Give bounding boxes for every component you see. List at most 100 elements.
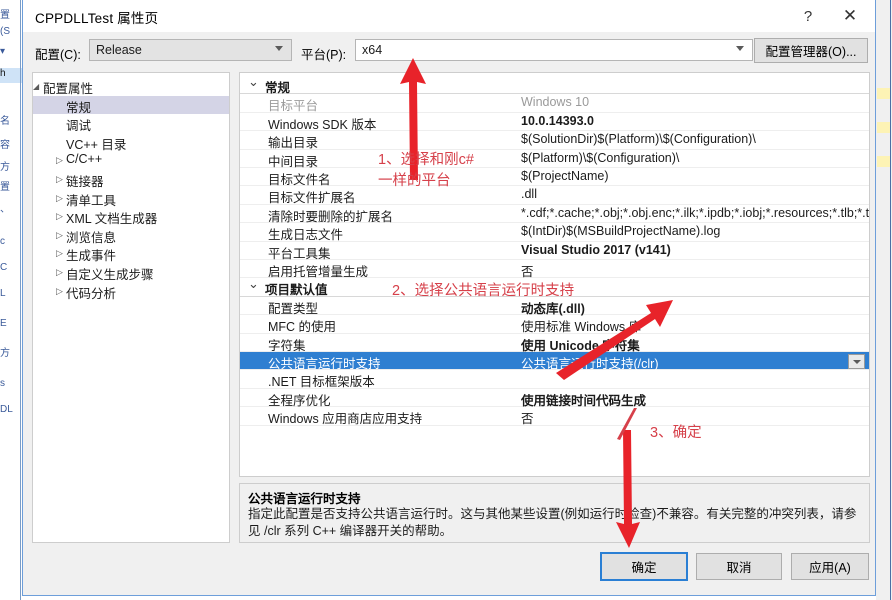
ide-decoration [877,122,890,133]
annotation-text: 3、确定 [650,425,702,441]
tree-item[interactable]: ▷ XML 文档生成器 [33,207,229,227]
expand-closed-icon[interactable]: ▷ [56,267,64,277]
expand-open-icon[interactable]: ◢ [33,82,41,92]
grid-row-name: 常规 [265,81,291,95]
tree-item[interactable]: ▷ 生成事件 [33,244,229,264]
tree-item[interactable]: 常规 [33,95,229,115]
ide-text-fragment: DL [0,404,13,415]
grid-row-value: $(SolutionDir)$(Platform)\$(Configuratio… [521,132,756,147]
grid-row-value: $(Platform)\$(Configuration)\ [521,150,680,165]
grid-row[interactable]: 公共语言运行时支持 公共语言运行时支持(/clr) [240,352,869,371]
grid-row-name: .NET 目标框架版本 [268,375,375,390]
tree-item[interactable]: VC++ 目录 [33,133,229,152]
value-dropdown-button[interactable] [848,354,865,369]
title-bar: CPPDLLTest 属性页 ? ✕ [23,0,875,32]
grid-row-name: 平台工具集 [268,246,331,261]
grid-row-name: 配置类型 [268,301,319,316]
help-icon[interactable]: ? [789,0,827,32]
grid-row[interactable]: Windows SDK 版本 10.0.14393.0 [240,113,869,132]
grid-row[interactable]: 启用托管增量生成 否 [240,260,869,279]
chevron-down-icon[interactable]: ⌄ [248,75,259,88]
description-title: 公共语言运行时支持 [248,492,361,506]
grid-row[interactable]: 输出目录 $(SolutionDir)$(Platform)\$(Configur… [240,131,869,151]
ide-text-fragment: 、 [0,204,10,215]
ok-button[interactable]: 确定 [600,552,688,581]
ide-text-fragment: 方 [0,162,10,173]
cancel-button[interactable]: 取消 [696,553,782,580]
grid-row-value: *.cdf;*.cache;*.obj;*.obj.enc;*.ilk;*.ip… [521,205,869,220]
grid-row[interactable]: 清除时要删除的扩展名 *.cdf;*.cache;*.obj;*.obj.enc;… [240,205,869,224]
ide-right-edge [890,0,891,600]
tree-item[interactable]: ▷ C/C++ [33,151,229,169]
ide-text-fragment: 置 [0,182,10,193]
grid-row[interactable]: MFC 的使用 使用标准 Windows 库 [240,315,869,334]
grid-row-name: 项目默认值 [265,283,328,298]
tree-item[interactable]: ▷ 清单工具 [33,189,229,208]
tree-item-label: 清单工具 [66,193,117,208]
tree-item[interactable]: ▷ 链接器 [33,170,229,189]
grid-row[interactable]: 全程序优化 使用链接时间代码生成 [240,389,869,408]
ide-text-fragment: 置 [0,10,10,21]
grid-row-value: 使用链接时间代码生成 [521,393,647,408]
annotation-arrow-3 [612,430,648,548]
property-grid[interactable]: ⌄ 常规 目标平台 Windows 10 Windows SDK 版本 10.0.1439… [239,72,870,477]
expand-closed-icon[interactable]: ▷ [56,174,64,184]
platform-value: x64 [362,43,383,57]
grid-row-value: .dll [521,187,537,202]
grid-row[interactable]: 目标平台 Windows 10 [240,94,869,113]
chevron-down-icon [736,45,745,54]
ide-text-fragment: 方 [0,348,10,359]
annotation-text: 2、选择公共语言运行时支持 [392,283,575,299]
grid-row-value: $(IntDir)$(MSBuildProjectName).log [521,224,721,239]
grid-row-value: 否 [521,265,534,279]
expand-closed-icon[interactable]: ▷ [56,193,64,203]
grid-row-value: Windows 10 [521,95,590,110]
tree-item[interactable]: ◢ 配置属性 [33,77,229,96]
ide-text-fragment: ▾ [0,46,6,57]
tree-item-label: C/C++ [66,152,103,167]
expand-closed-icon[interactable]: ▷ [56,211,64,221]
configuration-combobox[interactable]: Release [89,39,292,61]
grid-row[interactable]: 目标文件名 $(ProjectName) [240,168,869,187]
grid-row-name: 目标文件名 [268,173,331,187]
grid-row[interactable]: 平台工具集 Visual Studio 2017 (v141) [240,242,869,261]
page-title: CPPDLLTest 属性页 [35,11,159,26]
grid-row-name: 公共语言运行时支持 [268,357,381,371]
apply-button[interactable]: 应用(A) [791,553,869,580]
property-tree[interactable]: ◢ 配置属性 常规 调试 VC++ 目录 ▷ C/C++ ▷ 链接器 ▷ 清单工具 ▷ XML 文档生成… [32,72,230,543]
ide-left-edge [20,0,21,600]
grid-row[interactable]: 字符集 使用 Unicode 字符集 [240,334,869,353]
annotation-tick-3 [616,408,638,442]
tree-item[interactable]: ▷ 浏览信息 [33,226,229,245]
grid-row[interactable]: 目标文件扩展名 .dll [240,186,869,205]
tree-item-label: 代码分析 [66,286,117,301]
ide-decoration [877,156,890,167]
ide-text-fragment: h [0,68,22,83]
grid-row-name: 中间目录 [268,154,319,169]
tree-item[interactable]: 调试 [33,114,229,133]
tree-item-label: XML 文档生成器 [66,212,158,227]
expand-closed-icon[interactable]: ▷ [56,155,64,165]
expand-closed-icon[interactable]: ▷ [56,248,64,258]
grid-row[interactable]: .NET 目标框架版本 [240,370,869,390]
grid-row[interactable]: 生成日志文件 $(IntDir)$(MSBuildProjectName).log [240,223,869,243]
grid-row[interactable]: Windows 应用商店应用支持否 [240,407,869,426]
tree-item-label: 自定义生成步骤 [66,268,154,282]
chevron-down-icon[interactable]: ⌄ [248,277,259,290]
tree-item[interactable]: ▷ 自定义生成步骤 [33,263,229,282]
expand-closed-icon[interactable]: ▷ [56,286,64,296]
grid-row-name: 输出目录 [268,136,319,151]
tree-item[interactable]: ▷ 代码分析 [33,282,229,301]
ide-text-fragment: 容 [0,140,10,151]
grid-row-value: 10.0.14393.0 [521,113,594,128]
grid-row-name: 生成日志文件 [268,228,344,243]
screen: 置 (S ▾ h 名容方置、 c C L E 方 s DL CPPDLLTest 属性页 ? ✕ 配置… [0,0,892,600]
expand-closed-icon[interactable]: ▷ [56,230,64,240]
grid-row[interactable]: 中间目录 $(Platform)\$(Configuration)\ [240,150,869,169]
tree-item-label: 生成事件 [66,249,117,264]
annotation-arrow-2 [556,300,674,384]
configuration-manager-button[interactable]: 配置管理器(O)... [754,38,868,63]
close-icon[interactable]: ✕ [831,0,869,32]
grid-section-header[interactable]: ⌄ 常规 [240,75,869,95]
grid-row-name: 启用托管增量生成 [268,265,369,279]
